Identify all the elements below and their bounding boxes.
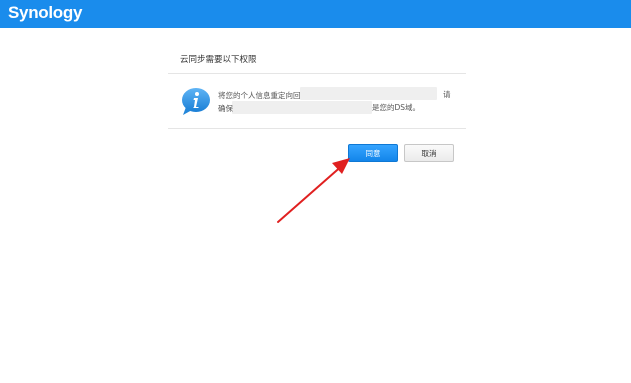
message-line-2: 确保 [218, 104, 233, 113]
message-line-1-tail: 请 [443, 90, 451, 99]
red-annotation-arrow [277, 158, 350, 223]
redacted-url [300, 87, 437, 100]
synology-logo: Synology [8, 3, 83, 22]
message-line-1: 将您的个人信息重定向回 [218, 91, 301, 100]
top-bar: Synology [0, 0, 631, 28]
divider-top [168, 73, 466, 74]
message-line-2-tail: 是您的DS域。 [372, 103, 421, 112]
divider-bottom [168, 128, 466, 129]
info-icon [182, 88, 210, 115]
cancel-button[interactable]: 取消 [404, 144, 454, 162]
redacted-domain [232, 101, 372, 114]
dialog-title: 云同步需要以下权限 [180, 55, 257, 65]
